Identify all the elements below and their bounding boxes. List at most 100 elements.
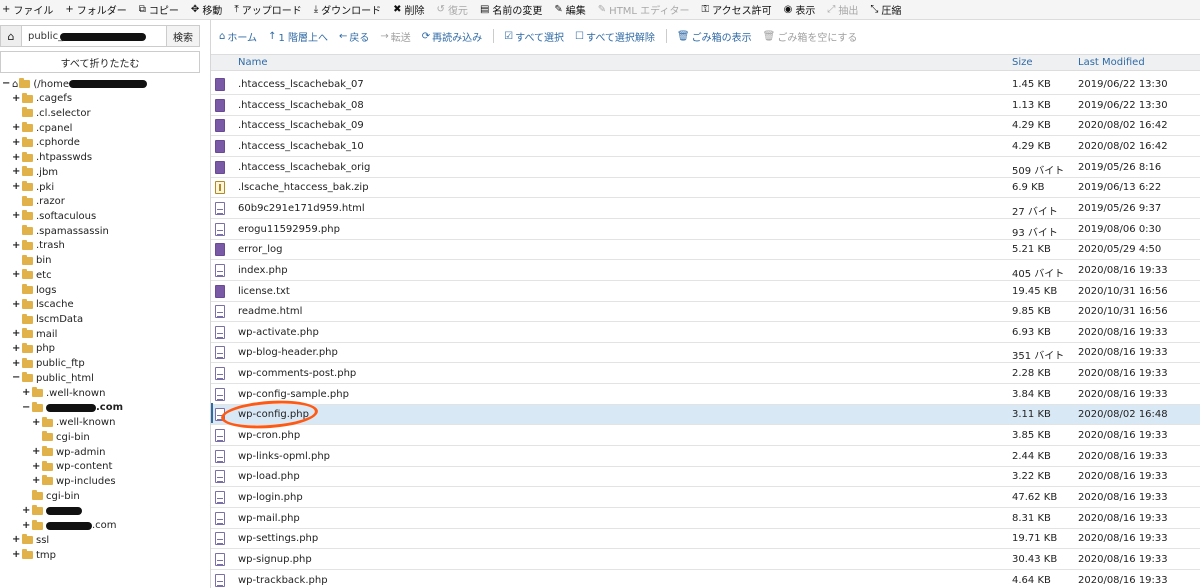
tree-item[interactable]: − public_html xyxy=(12,371,94,385)
nav-button-4[interactable]: ⟳ 再読み込み xyxy=(422,29,482,44)
nav-button-6[interactable]: ☐ すべて選択解除 xyxy=(575,29,655,44)
nav-button-8[interactable]: 🗑 ごみ箱を空にする xyxy=(763,29,858,44)
collapse-icon[interactable]: − xyxy=(2,79,10,89)
file-name[interactable]: wp-login.php xyxy=(238,492,303,503)
tree-item[interactable]: .cl.selector xyxy=(12,106,91,120)
table-row[interactable]: .htaccess_lscachebak_07 1.45 KB 2019/06/22… xyxy=(211,75,1200,95)
file-name[interactable]: .htaccess_lscachebak_09 xyxy=(238,120,364,131)
table-row[interactable]: wp-config-sample.php 3.84 KB 2020/08/16 19… xyxy=(211,384,1200,405)
file-name[interactable]: wp-blog-header.php xyxy=(238,347,338,358)
file-name[interactable]: wp-trackback.php xyxy=(238,575,328,586)
table-row[interactable]: error_log 5.21 KB 2020/05/29 4:50 xyxy=(211,240,1200,261)
file-name[interactable]: 60b9c291e171d959.html xyxy=(238,203,365,214)
expand-icon[interactable]: + xyxy=(12,550,20,560)
tree-item[interactable]: + .htpasswds xyxy=(12,151,92,165)
toolbar-button-9[interactable]: ✎ 編集 xyxy=(554,2,585,17)
tree-item[interactable]: + .well-known xyxy=(22,386,105,400)
tree-item[interactable]: + tmp xyxy=(12,548,56,562)
toolbar-button-6[interactable]: ✖ 削除 xyxy=(393,2,424,17)
expand-icon[interactable]: + xyxy=(22,520,30,531)
table-row[interactable]: wp-blog-header.php 351 バイト 2020/08/16 19:3… xyxy=(211,343,1200,364)
toolbar-button-13[interactable]: ⤢ 抽出 xyxy=(827,2,858,17)
tree-item[interactable]: + .cphorde xyxy=(12,136,80,150)
nav-button-1[interactable]: ↑ 1 階層上へ xyxy=(268,29,328,44)
file-name[interactable]: wp-settings.php xyxy=(238,533,318,544)
table-row[interactable]: wp-links-opml.php 2.44 KB 2020/08/16 19:33 xyxy=(211,446,1200,467)
file-name[interactable]: wp-activate.php xyxy=(238,327,319,338)
tree-item[interactable]: + .trash xyxy=(12,239,65,253)
table-row[interactable]: .lscache_htaccess_bak.zip 6.9 KB 2019/06/1… xyxy=(211,178,1200,199)
table-row[interactable]: readme.html 9.85 KB 2020/10/31 16:56 xyxy=(211,302,1200,323)
nav-button-3[interactable]: → 転送 xyxy=(380,29,410,44)
table-row[interactable]: wp-config.php 3.11 KB 2020/08/02 16:48 xyxy=(211,405,1200,426)
expand-icon[interactable]: + xyxy=(12,240,20,251)
tree-item[interactable]: + .cagefs xyxy=(12,92,72,106)
nav-button-7[interactable]: 🗑 ごみ箱の表示 xyxy=(677,29,752,44)
expand-icon[interactable]: + xyxy=(32,461,40,472)
tree-item[interactable]: .razor xyxy=(12,195,65,209)
expand-icon[interactable]: + xyxy=(12,358,20,369)
toolbar-button-11[interactable]: ⚿ アクセス許可 xyxy=(701,2,771,17)
table-row[interactable]: .htaccess_lscachebak_09 4.29 KB 2020/08/02… xyxy=(211,116,1200,137)
tree-item[interactable]: + .softaculous xyxy=(12,209,96,223)
collapse-icon[interactable]: − xyxy=(22,402,30,413)
go-button[interactable]: 検索 xyxy=(167,25,200,47)
tree-item[interactable]: + php xyxy=(12,342,55,356)
file-name[interactable]: .htaccess_lscachebak_08 xyxy=(238,100,364,111)
file-name[interactable]: erogu11592959.php xyxy=(238,224,340,235)
file-name[interactable]: wp-load.php xyxy=(238,471,300,482)
tree-item[interactable]: + wp-content xyxy=(32,460,112,474)
expand-icon[interactable]: + xyxy=(12,329,20,339)
expand-icon[interactable]: + xyxy=(12,535,20,545)
tree-item[interactable]: + wp-includes xyxy=(32,474,116,488)
toolbar-button-12[interactable]: ◉ 表示 xyxy=(784,2,816,17)
tree-item[interactable]: + xyxy=(22,504,82,518)
table-row[interactable]: wp-load.php 3.22 KB 2020/08/16 19:33 xyxy=(211,467,1200,488)
expand-icon[interactable]: + xyxy=(12,167,20,177)
tree-item[interactable]: + .cpanel xyxy=(12,121,72,135)
expand-icon[interactable]: + xyxy=(22,505,30,516)
tree-item[interactable]: + public_ftp xyxy=(12,357,85,371)
nav-button-5[interactable]: ☑ すべて選択 xyxy=(504,29,564,44)
table-row[interactable]: wp-login.php 47.62 KB 2020/08/16 19:33 xyxy=(211,488,1200,508)
toolbar-button-1[interactable]: + フォルダー xyxy=(65,2,126,17)
table-row[interactable]: 60b9c291e171d959.html 27 バイト 2019/05/26 9:… xyxy=(211,198,1200,219)
column-size-header[interactable]: Size xyxy=(1012,57,1033,68)
table-row[interactable]: .htaccess_lscachebak_08 1.13 KB 2019/06/22… xyxy=(211,95,1200,116)
tree-item[interactable]: cgi-bin xyxy=(32,430,90,444)
table-row[interactable]: wp-signup.php 30.43 KB 2020/08/16 19:33 xyxy=(211,549,1200,570)
file-name[interactable]: .htaccess_lscachebak_orig xyxy=(238,162,370,173)
column-modified-header[interactable]: Last Modified xyxy=(1078,57,1145,68)
expand-icon[interactable]: + xyxy=(12,182,20,192)
table-row[interactable]: wp-cron.php 3.85 KB 2020/08/16 19:33 xyxy=(211,426,1200,447)
table-row[interactable]: .htaccess_lscachebak_10 4.29 KB 2020/08/02… xyxy=(211,136,1200,157)
expand-icon[interactable]: + xyxy=(12,123,20,133)
expand-icon[interactable]: + xyxy=(12,270,20,280)
tree-item[interactable]: logs xyxy=(12,283,56,297)
tree-item[interactable]: + .well-known xyxy=(32,416,115,430)
file-name[interactable]: wp-signup.php xyxy=(238,554,312,565)
tree-item[interactable]: + .com xyxy=(22,519,117,533)
toolbar-button-4[interactable]: ⤒ アップロード xyxy=(234,2,301,17)
nav-button-0[interactable]: ⌂ ホーム xyxy=(219,29,257,44)
tree-item[interactable]: + etc xyxy=(12,268,52,282)
file-name[interactable]: index.php xyxy=(238,265,288,276)
file-name[interactable]: wp-comments-post.php xyxy=(238,368,356,379)
expand-icon[interactable]: + xyxy=(12,211,20,221)
expand-icon[interactable]: + xyxy=(12,299,20,310)
tree-item[interactable]: + ssl xyxy=(12,533,49,547)
table-row[interactable]: index.php 405 バイト 2020/08/16 19:33 xyxy=(211,260,1200,281)
tree-item[interactable]: cgi-bin xyxy=(22,489,80,503)
expand-icon[interactable]: + xyxy=(32,447,40,457)
table-row[interactable]: wp-activate.php 6.93 KB 2020/08/16 19:33 xyxy=(211,322,1200,343)
toolbar-button-3[interactable]: ✥ 移動 xyxy=(191,2,222,17)
expand-icon[interactable]: + xyxy=(22,388,30,398)
toolbar-button-7[interactable]: ↺ 復元 xyxy=(437,2,468,17)
expand-icon[interactable]: + xyxy=(32,476,40,486)
file-name[interactable]: license.txt xyxy=(238,286,290,297)
nav-button-2[interactable]: ← 戻る xyxy=(339,29,369,44)
file-name[interactable]: wp-config-sample.php xyxy=(238,389,349,400)
file-name[interactable]: wp-config.php xyxy=(238,409,309,420)
tree-item[interactable]: lscmData xyxy=(12,313,83,327)
expand-icon[interactable]: + xyxy=(12,93,20,104)
